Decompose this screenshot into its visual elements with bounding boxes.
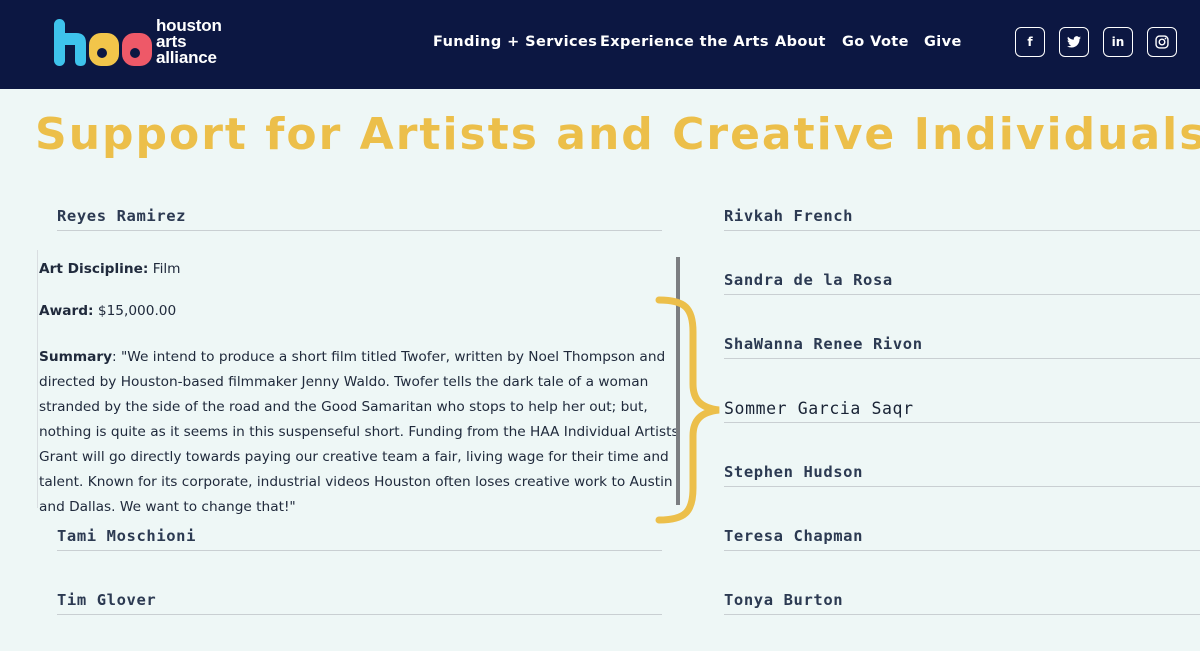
nav-give[interactable]: Give [924, 34, 962, 50]
logo-line: alliance [156, 48, 217, 67]
summary-label: Summary [39, 349, 113, 365]
award-value: $15,000.00 [97, 303, 177, 319]
page-title: Support for Artists and Creative Individ… [35, 109, 1200, 160]
award-row: Award: $15,000.00 [39, 303, 176, 319]
site-header: houston arts alliance Funding + Services… [0, 0, 1200, 89]
curly-brace-icon [655, 296, 720, 524]
award-label: Award: [39, 303, 94, 319]
accordion-item-shawanna-renee-rivon[interactable]: ShaWanna Renee Rivon [724, 329, 1200, 359]
accordion-item-rivkah-french[interactable]: Rivkah French [724, 201, 1200, 231]
nav-about[interactable]: About [775, 34, 826, 50]
instagram-icon[interactable] [1147, 27, 1177, 57]
accordion-item-reyes-ramirez[interactable]: Reyes Ramirez [57, 201, 662, 231]
discipline-row: Art Discipline: Film [39, 261, 181, 277]
accordion-item-stephen-hudson[interactable]: Stephen Hudson [724, 457, 1200, 487]
twitter-icon[interactable] [1059, 27, 1089, 57]
accordion-item-sandra-de-la-rosa[interactable]: Sandra de la Rosa [724, 265, 1200, 295]
linkedin-icon[interactable]: in [1103, 27, 1133, 57]
summary-text: : "We intend to produce a short film tit… [39, 349, 679, 515]
nav-funding-services[interactable]: Funding + Services [433, 34, 597, 50]
discipline-label: Art Discipline: [39, 261, 149, 277]
accordion-item-teresa-chapman[interactable]: Teresa Chapman [724, 521, 1200, 551]
nav-go-vote[interactable]: Go Vote [842, 34, 909, 50]
logo-wordmark: houston arts alliance [156, 17, 222, 67]
discipline-value: Film [152, 261, 181, 277]
accordion-item-tim-glover[interactable]: Tim Glover [57, 585, 662, 615]
accordion-item-sommer-garcia-saqr[interactable]: Sommer Garcia Saqr [724, 393, 1200, 423]
facebook-icon[interactable]: f [1015, 27, 1045, 57]
nav-experience-the-arts[interactable]: Experience the Arts [600, 34, 769, 50]
artist-detail-panel: Art Discipline: Film Award: $15,000.00 S… [37, 250, 684, 515]
summary-paragraph: Summary: "We intend to produce a short f… [39, 345, 689, 520]
accordion-item-tonya-burton[interactable]: Tonya Burton [724, 585, 1200, 615]
accordion-item-tami-moschioni[interactable]: Tami Moschioni [57, 521, 662, 551]
